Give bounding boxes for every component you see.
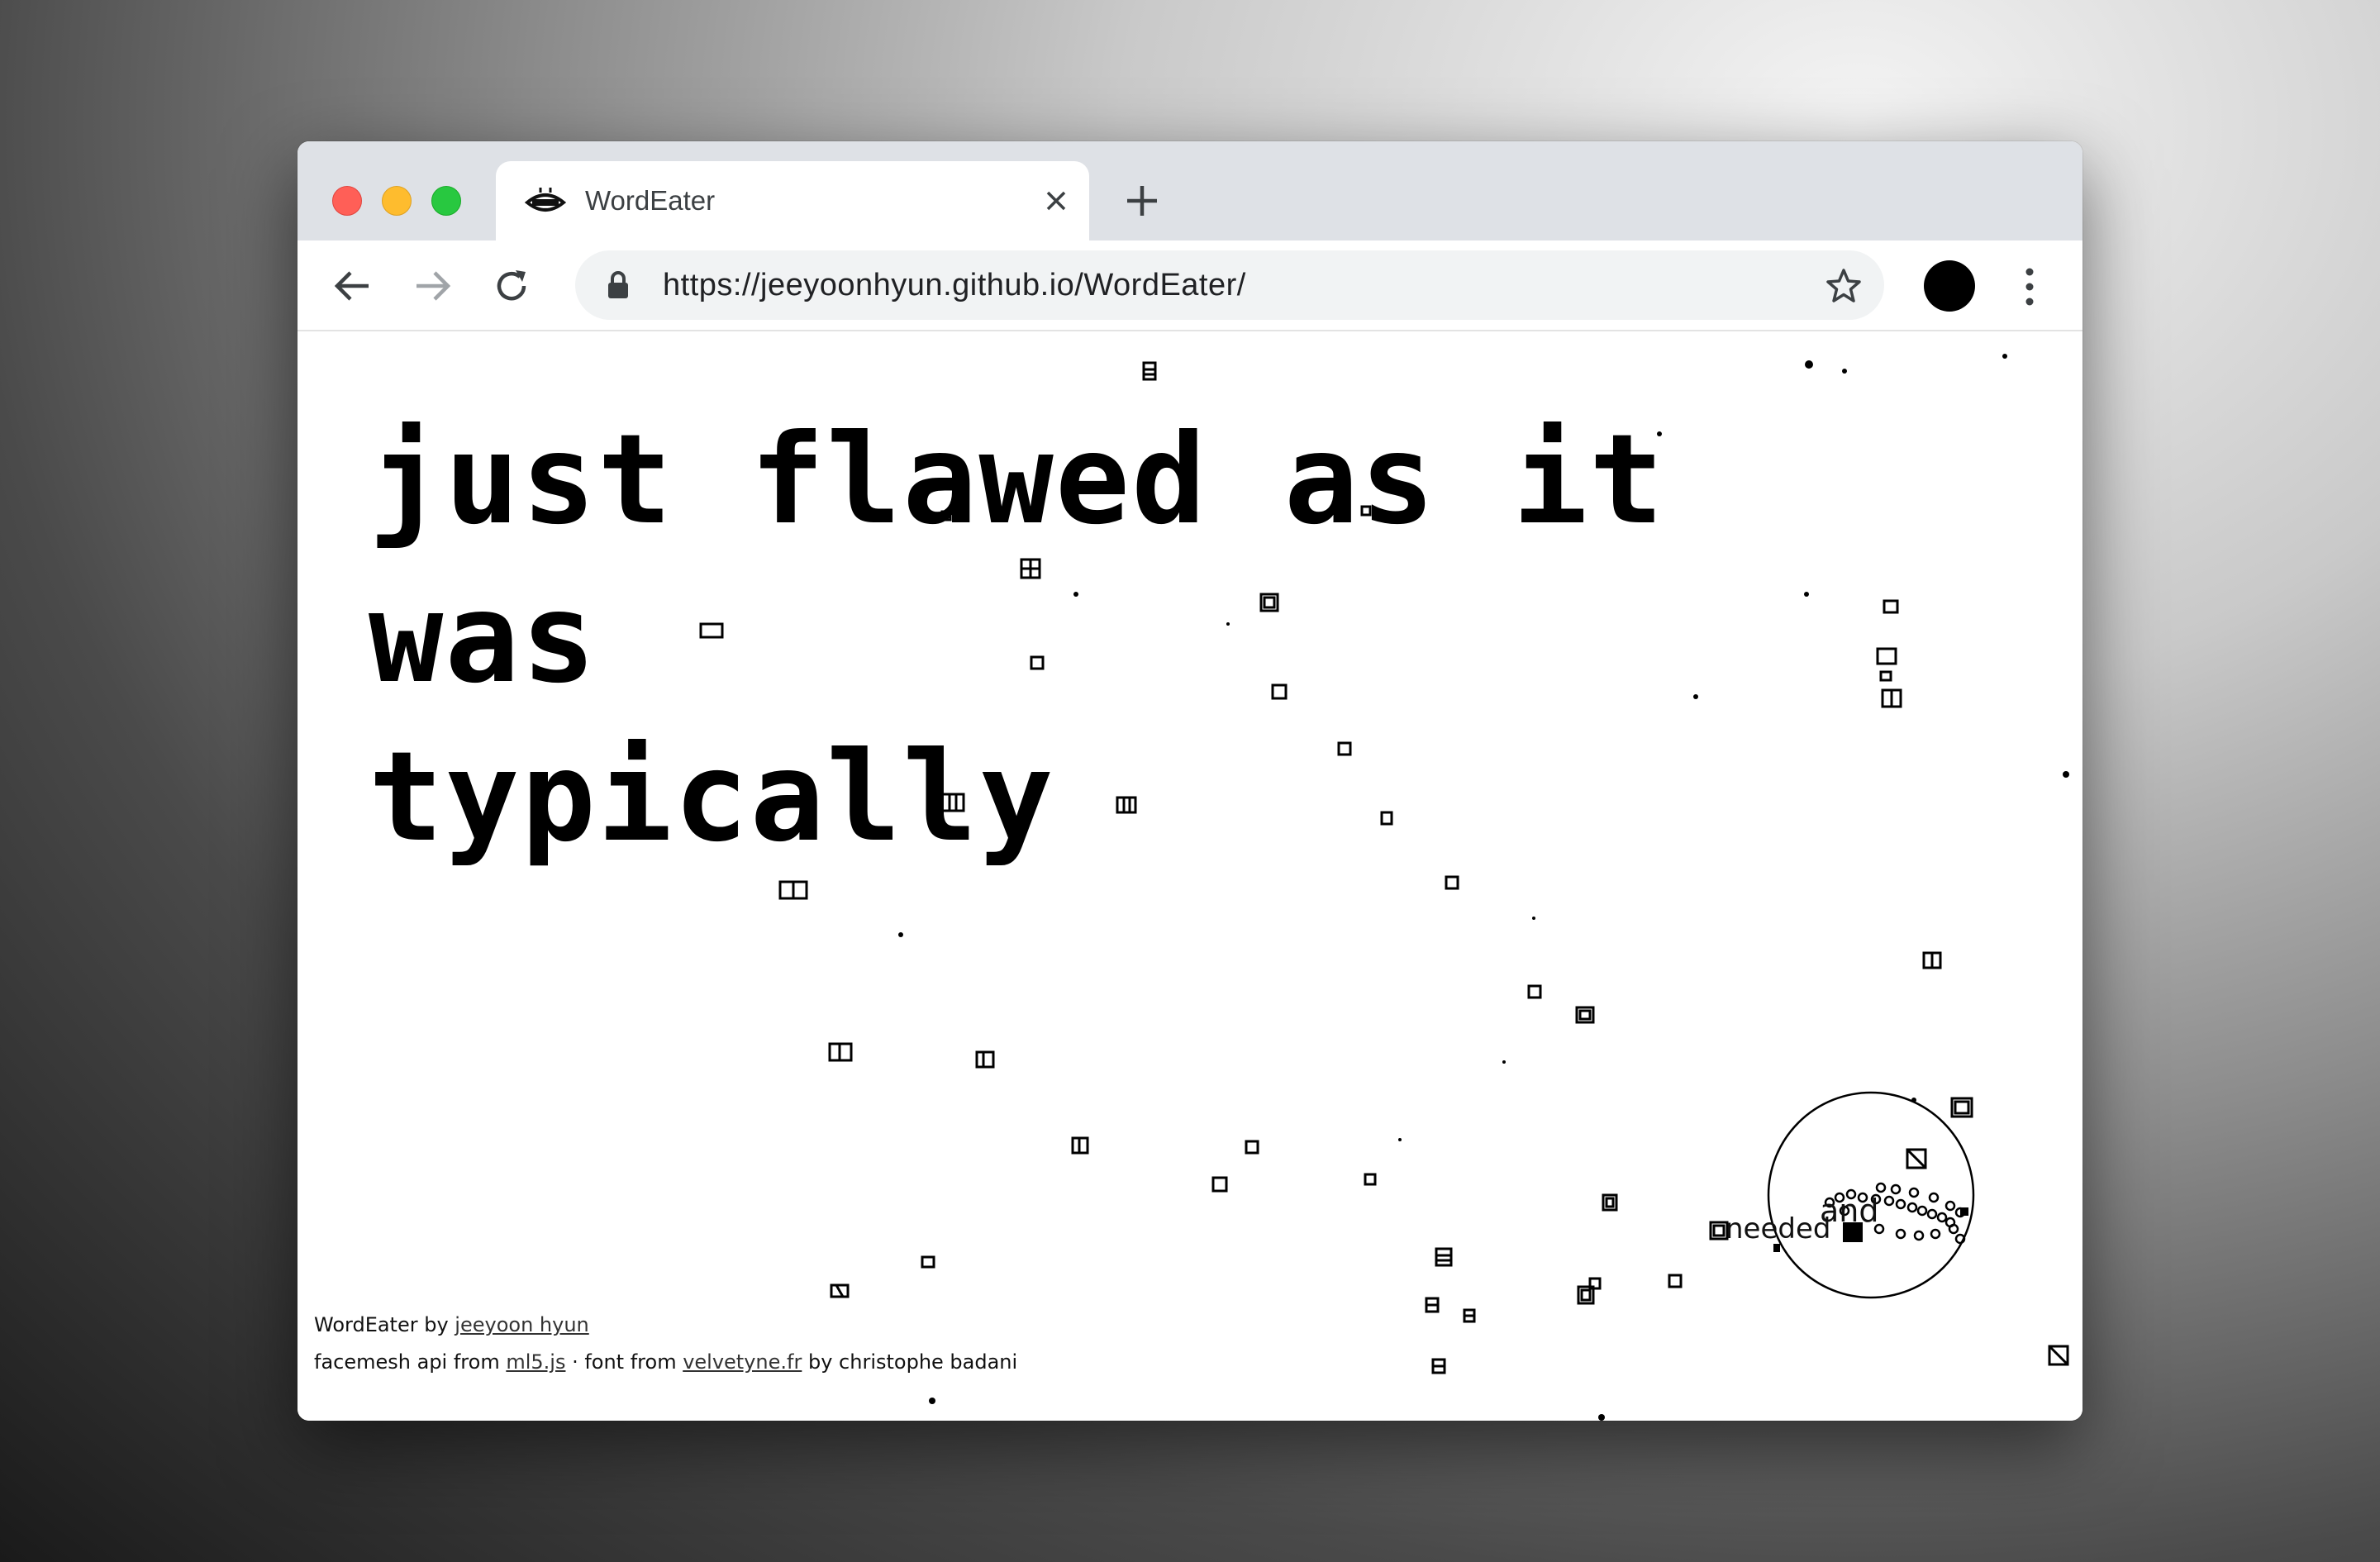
credits-byline-text: WordEater by — [314, 1313, 455, 1336]
browser-toolbar: https://jeeyoonhyun.github.io/WordEater/ — [298, 240, 2082, 331]
url-text[interactable]: https://jeeyoonhyun.github.io/WordEater/ — [663, 265, 1246, 305]
tab-title: WordEater — [585, 185, 716, 216]
tab-strip: WordEater — [298, 141, 2082, 240]
zoom-window-button[interactable] — [431, 186, 461, 216]
eaten-text-headline: just flawed as it was typically — [369, 401, 1922, 877]
author-link[interactable]: jeeyoon hyun — [455, 1313, 588, 1336]
address-bar[interactable]: https://jeeyoonhyun.github.io/WordEater/ — [575, 250, 1884, 320]
minimize-window-button[interactable] — [382, 186, 412, 216]
headline-line-1: just flawed as it was — [369, 408, 1666, 711]
close-window-button[interactable] — [332, 186, 362, 216]
credits: WordEater by jeeyoon hyun facemesh api f… — [314, 1307, 1017, 1381]
credits-line-2: facemesh api from ml5.js · font from vel… — [314, 1344, 1017, 1381]
floating-word-needed: needed — [1726, 1212, 1831, 1245]
more-vert-icon[interactable] — [2021, 267, 2038, 307]
credits-designer-text: by christophe badani — [802, 1350, 1018, 1374]
ml5-link[interactable]: ml5.js — [506, 1350, 565, 1374]
lock-icon[interactable] — [605, 270, 631, 300]
reload-icon[interactable] — [491, 265, 532, 307]
close-icon[interactable] — [1041, 186, 1071, 216]
eye-mouth-icon — [524, 188, 567, 212]
profile-avatar[interactable] — [1924, 260, 1975, 312]
headline-line-2: typically — [369, 726, 1055, 869]
browser-window: WordEater https://jeeyoonhyun.github.io/… — [298, 141, 2082, 1421]
arrow-left-icon[interactable] — [332, 265, 374, 307]
star-icon[interactable] — [1825, 267, 1863, 305]
tab-wordeater[interactable]: WordEater — [496, 161, 1089, 240]
credits-font-text: · font from — [565, 1350, 683, 1374]
credits-line-1: WordEater by jeeyoon hyun — [314, 1307, 1017, 1344]
page-viewport: just flawed as it was typically and need… — [298, 331, 2082, 1421]
arrow-right-icon[interactable] — [412, 265, 453, 307]
plus-icon[interactable] — [1124, 183, 1160, 219]
velvetyne-link[interactable]: velvetyne.fr — [683, 1350, 802, 1374]
credits-facemesh-text: facemesh api from — [314, 1350, 507, 1374]
